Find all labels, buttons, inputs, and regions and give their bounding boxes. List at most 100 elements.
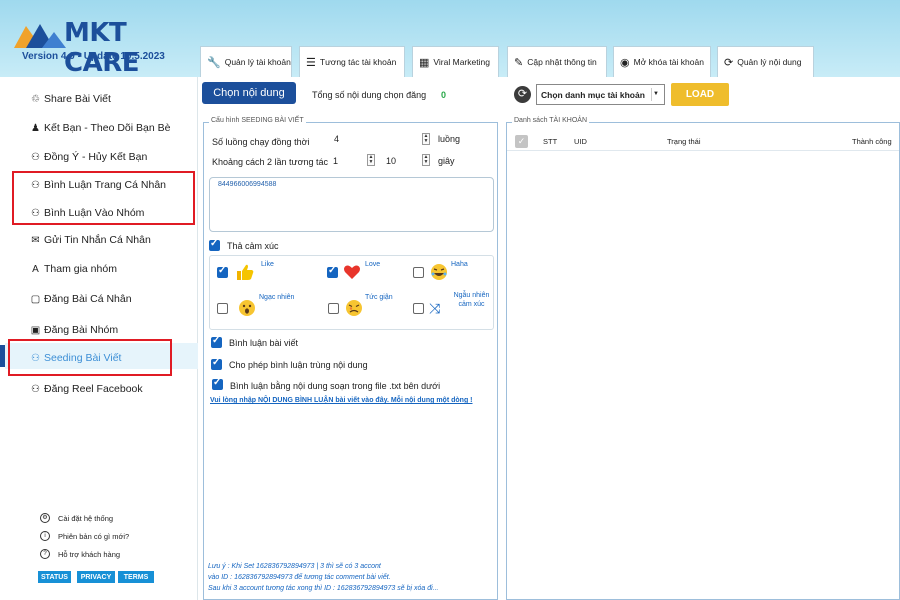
column-header-status[interactable]: Trạng thái xyxy=(667,137,701,146)
support-label: Hỗ trợ khách hàng xyxy=(58,549,121,559)
tab-viral-marketing[interactable]: ▦ Viral Marketing xyxy=(412,46,499,77)
chevron-down-icon: ▼ xyxy=(651,88,660,101)
tab-content-management[interactable]: ⟳ Quản lý nội dung xyxy=(717,46,814,77)
tab-update-info[interactable]: ✎ Cập nhật thông tin xyxy=(507,46,607,77)
info-icon: i xyxy=(40,531,50,541)
threads-stepper[interactable]: ▲ ▼ xyxy=(422,133,430,145)
love-label: Love xyxy=(365,261,381,268)
select-all-checkbox[interactable]: ✓ xyxy=(515,135,528,148)
column-header-stt[interactable]: STT xyxy=(543,137,557,146)
tab-unlock-account[interactable]: ◉ Mở khóa tài khoản xyxy=(613,46,711,77)
message-icon: ✉ xyxy=(31,234,40,246)
whats-new-label: Phiên bản có gì mới? xyxy=(58,531,130,541)
logo: MKT CARE Version 4.0 - Update 10.5.2023 xyxy=(12,18,197,78)
terms-button[interactable]: TERMS xyxy=(118,571,154,583)
shuffle-icon: ⤨ xyxy=(429,300,441,316)
highlight-box-seeding xyxy=(8,339,172,376)
sidebar-item-label: Kết Bạn - Theo Dõi Bạn Bè xyxy=(44,122,171,134)
account-category-value: Chọn danh mục tài khoản xyxy=(541,89,645,100)
angry-icon xyxy=(346,300,362,316)
love-icon xyxy=(344,265,360,279)
refresh-icon[interactable]: ⟳ xyxy=(514,86,531,103)
load-button[interactable]: LOAD xyxy=(671,83,729,106)
column-header-success[interactable]: Thành công xyxy=(852,137,892,146)
pen-icon: ✎ xyxy=(514,56,524,69)
logo-mark-icon xyxy=(14,24,66,48)
privacy-button[interactable]: PRIVACY xyxy=(77,571,115,583)
sidebar-item-post-reel[interactable]: ⚇ Đăng Reel Facebook xyxy=(30,383,143,395)
angry-checkbox[interactable] xyxy=(328,303,339,314)
sidebar-item-group-post[interactable]: ▣ Đăng Bài Nhóm xyxy=(30,324,118,336)
sidebar-item-label: Đăng Reel Facebook xyxy=(44,383,143,395)
random-react-checkbox[interactable] xyxy=(413,303,424,314)
allow-duplicate-label: Cho phép bình luận trùng nội dung xyxy=(229,360,368,370)
account-category-select[interactable]: Chọn danh mục tài khoản ▼ xyxy=(536,84,665,105)
comment-label: Bình luận bài viết xyxy=(229,338,299,348)
react-checkbox[interactable] xyxy=(209,238,220,251)
tab-label: Tương tác tài khoản xyxy=(319,57,397,67)
whats-new-link[interactable]: i Phiên bản có gì mới? xyxy=(40,531,129,541)
sidebar-item-send-message[interactable]: ✉ Gửi Tin Nhắn Cá Nhân xyxy=(30,234,151,246)
sidebar-item-personal-post[interactable]: ▢ Đăng Bài Cá Nhân xyxy=(30,293,132,305)
use-file-checkbox[interactable] xyxy=(212,377,223,390)
comment-input-link[interactable]: Vui lòng nhập NỘI DUNG BÌNH LUẬN bài viế… xyxy=(210,397,473,404)
interval-to-input[interactable]: 10 xyxy=(386,156,396,166)
interval-label: Khoảng cách 2 lần tương tác xyxy=(212,157,329,167)
haha-icon xyxy=(431,264,447,280)
highlight-box-comments xyxy=(12,171,195,225)
sidebar-active-indicator xyxy=(0,345,5,367)
app-header: MKT CARE Version 4.0 - Update 10.5.2023 … xyxy=(0,0,900,78)
like-checkbox[interactable] xyxy=(217,265,228,278)
sidebar: ♲ Share Bài Viết ♟ Kết Bạn - Theo Dõi Bạn … xyxy=(0,77,198,600)
list-icon: ☰ xyxy=(306,56,316,69)
sidebar-item-add-friend[interactable]: ♟ Kết Bạn - Theo Dõi Bạn Bè xyxy=(30,122,170,134)
sidebar-item-accept-friend[interactable]: ⚇ Đồng Ý - Hủy Kết Bạn xyxy=(30,151,147,163)
note-line-2: vào ID : 162836792894973 để tương tác co… xyxy=(208,574,391,581)
tab-label: Quản lý nội dung xyxy=(737,57,802,67)
support-link[interactable]: ? Hỗ trợ khách hàng xyxy=(40,549,120,559)
interval-from-stepper[interactable]: ▲ ▼ xyxy=(367,154,375,166)
total-content-value: 0 xyxy=(441,90,447,100)
sidebar-item-label: Share Bài Viết xyxy=(44,93,111,105)
interval-from-input[interactable]: 1 xyxy=(333,156,338,166)
status-button[interactable]: STATUS xyxy=(38,571,71,583)
wow-checkbox[interactable] xyxy=(217,303,228,314)
share-icon: ♲ xyxy=(31,93,40,105)
column-header-uid[interactable]: UID xyxy=(574,137,587,146)
users-icon: ⚇ xyxy=(31,383,40,395)
sidebar-item-share[interactable]: ♲ Share Bài Viết xyxy=(30,93,111,105)
comment-checkbox[interactable] xyxy=(211,335,222,348)
sidebar-item-label: Tham gia nhóm xyxy=(44,263,117,275)
settings-link[interactable]: ⚙ Cài đặt hệ thống xyxy=(40,513,113,523)
threads-unit: luồng xyxy=(438,134,461,144)
gear-icon: ⚙ xyxy=(40,513,50,523)
interval-to-stepper[interactable]: ▲ ▼ xyxy=(422,154,430,166)
calculator-icon: ▦ xyxy=(419,56,430,69)
tab-account-interaction[interactable]: ☰ Tương tác tài khoản xyxy=(299,46,405,77)
random-react-label: Ngẫu nhiên cảm xúc xyxy=(453,292,490,308)
threads-input[interactable]: 4 xyxy=(334,134,339,144)
config-panel-title: Cấu hình SEEDING BÀI VIẾT xyxy=(209,117,306,124)
tab-label: Quản lý tài khoản xyxy=(224,57,291,67)
tab-account-management[interactable]: 🔧 Quản lý tài khoản xyxy=(200,46,292,77)
choose-content-button[interactable]: Chọn nội dung xyxy=(202,82,296,104)
sidebar-item-label: Đăng Bài Nhóm xyxy=(44,324,119,336)
join-group-icon: A xyxy=(32,263,39,275)
allow-duplicate-checkbox[interactable] xyxy=(211,357,222,370)
post-id-textarea[interactable]: 844966006994588 xyxy=(209,177,494,232)
tab-label: Mở khóa tài khoản xyxy=(633,57,704,67)
sidebar-item-label: Đồng Ý - Hủy Kết Bạn xyxy=(44,151,148,163)
wow-icon xyxy=(239,300,255,316)
logo-text: MKT CARE xyxy=(64,18,139,78)
wrench-icon: 🔧 xyxy=(207,56,221,69)
love-checkbox[interactable] xyxy=(327,265,338,278)
table-header-divider xyxy=(507,150,899,151)
tab-label: Viral Marketing xyxy=(433,57,490,67)
haha-checkbox[interactable] xyxy=(413,267,424,278)
threads-label: Số luồng chạy đồng thời xyxy=(212,137,310,147)
sidebar-item-join-group[interactable]: A Tham gia nhóm xyxy=(30,263,117,275)
like-icon xyxy=(237,264,254,280)
version-label: Version 4.0 - Update 10.5.2023 xyxy=(22,51,165,62)
haha-label: Haha xyxy=(451,261,468,268)
note-line-3: Sau khi 3 account tương tác xong thì ID … xyxy=(208,585,439,592)
